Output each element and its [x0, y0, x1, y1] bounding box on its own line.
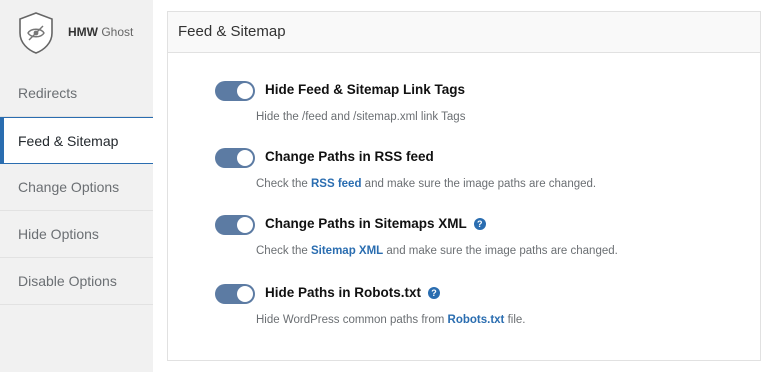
option-title: Hide Paths in Robots.txt — [265, 285, 422, 300]
option-description: Hide the /feed and /sitemap.xml link Tag… — [256, 111, 466, 123]
rss-feed-link[interactable]: RSS feed — [311, 178, 362, 190]
option-title: Hide Feed & Sitemap Link Tags — [265, 82, 466, 97]
toggle-switch[interactable] — [215, 284, 255, 304]
toggle-knob — [237, 286, 253, 302]
sidebar-item-redirects[interactable]: Redirects — [0, 70, 153, 117]
toggle-knob — [237, 150, 253, 166]
option-title: Change Paths in RSS feed — [265, 149, 434, 164]
sitemap-xml-link[interactable]: Sitemap XML — [311, 245, 383, 257]
option-description: Check the RSS feed and make sure the ima… — [256, 178, 597, 190]
help-icon[interactable]: ? — [428, 286, 441, 299]
robots-txt-link[interactable]: Robots.txt — [448, 314, 505, 326]
shield-eye-off-icon — [19, 12, 53, 54]
sidebar-item-feed-sitemap[interactable]: Feed & Sitemap — [0, 117, 153, 164]
option-title: Change Paths in Sitemaps XML — [265, 216, 467, 231]
toggle-knob — [237, 83, 253, 99]
brand-logo[interactable]: HMW Ghost — [0, 0, 153, 68]
toggle-switch[interactable] — [215, 81, 255, 101]
toggle-switch[interactable] — [215, 148, 255, 168]
panel-title: Feed & Sitemap — [168, 12, 760, 53]
option-description: Check the Sitemap XML and make sure the … — [256, 245, 618, 257]
option-description: Hide WordPress common paths from Robots.… — [256, 314, 526, 326]
sidebar-item-change-options[interactable]: Change Options — [0, 164, 153, 211]
settings-panel: Feed & Sitemap Hide Feed & Sitemap Link … — [167, 11, 761, 361]
main-content: Feed & Sitemap Hide Feed & Sitemap Link … — [153, 0, 768, 372]
brand-name: HMW Ghost — [68, 25, 134, 39]
sidebar-item-disable-options[interactable]: Disable Options — [0, 258, 153, 305]
toggle-knob — [237, 217, 253, 233]
sidebar: HMW Ghost Redirects Feed & Sitemap Chang… — [0, 0, 153, 372]
toggle-switch[interactable] — [215, 215, 255, 235]
sidebar-nav: Redirects Feed & Sitemap Change Options … — [0, 70, 153, 305]
help-icon[interactable]: ? — [473, 217, 486, 230]
sidebar-item-hide-options[interactable]: Hide Options — [0, 211, 153, 258]
